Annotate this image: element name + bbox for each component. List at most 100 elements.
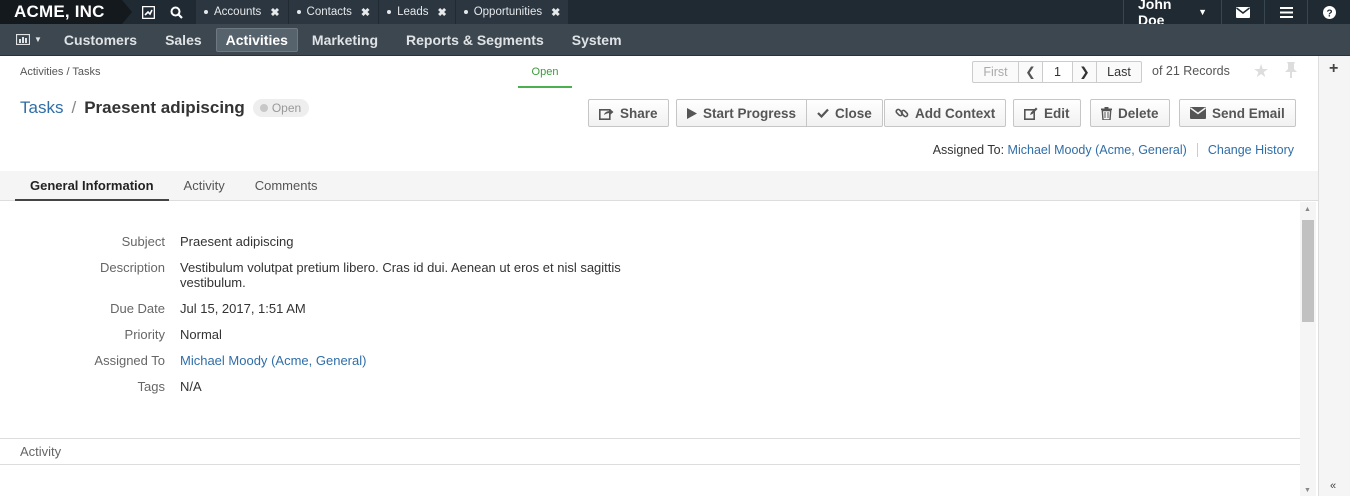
top-bar: ACME, INC Accounts ✖ Contacts ✖ Leads ✖ Opp…: [0, 0, 1350, 28]
field-label: Assigned To: [94, 353, 165, 368]
scrollbar-thumb[interactable]: [1302, 220, 1314, 322]
add-context-button[interactable]: Add Context: [884, 99, 1007, 127]
field-due-date: Due Date Jul 15, 2017, 1:51 AM: [0, 301, 700, 316]
edit-label: Edit: [1044, 105, 1070, 121]
caret-down-icon: ▼: [34, 35, 42, 44]
caret-down-icon: ▼: [1198, 7, 1207, 17]
tab-dot-icon: [463, 10, 468, 14]
help-icon[interactable]: ?: [1307, 0, 1350, 24]
user-menu[interactable]: John Doe ▼: [1123, 0, 1221, 28]
pinned-tab-opportunities[interactable]: Opportunities ✖: [455, 0, 570, 24]
close-icon[interactable]: ✖: [437, 6, 446, 19]
tab-comments[interactable]: Comments: [240, 171, 333, 201]
divider: [1196, 143, 1198, 157]
close-icon[interactable]: ✖: [551, 6, 560, 19]
edit-button[interactable]: Edit: [1013, 99, 1081, 127]
field-value: Michael Moody (Acme, General): [180, 353, 640, 368]
delete-action: Delete: [1090, 99, 1170, 127]
assigned-bu-link[interactable]: General: [316, 353, 362, 368]
send-email-action: Send Email: [1179, 99, 1296, 127]
change-history-link[interactable]: Change History: [1208, 143, 1294, 157]
chevron-left-icon[interactable]: ❮: [1019, 62, 1043, 82]
dashboard-shortcut-icon[interactable]: [134, 0, 162, 24]
chevron-right-icon[interactable]: ❯: [1073, 62, 1097, 82]
menu-reports-segments[interactable]: Reports & Segments: [392, 28, 558, 52]
plus-icon[interactable]: +: [1329, 60, 1338, 78]
pinned-tab-contacts[interactable]: Contacts ✖: [288, 0, 380, 24]
close-icon[interactable]: ✖: [361, 6, 370, 19]
page-content: Activities / Tasks Open First ❮ 1 ❯ Last…: [0, 56, 1318, 496]
pin-icon[interactable]: [1284, 62, 1298, 82]
close-task-button[interactable]: Close: [807, 99, 883, 127]
tab-dot-icon: [296, 10, 301, 14]
field-tags: Tags N/A: [0, 379, 700, 394]
module-link[interactable]: Tasks: [20, 98, 63, 118]
double-chevron-left-icon[interactable]: «: [1330, 480, 1336, 492]
close-icon[interactable]: ✖: [270, 6, 279, 19]
trash-icon: [1101, 106, 1112, 120]
menu-customers[interactable]: Customers: [50, 28, 151, 52]
pinned-tab-accounts[interactable]: Accounts ✖: [196, 0, 289, 24]
start-progress-button[interactable]: Start Progress: [676, 99, 808, 127]
search-icon[interactable]: [162, 0, 190, 24]
tab-activity[interactable]: Activity: [169, 171, 240, 201]
svg-text:?: ?: [1326, 8, 1332, 19]
email-icon[interactable]: [1221, 0, 1264, 24]
field-label: Subject: [121, 234, 165, 249]
pager-last-button[interactable]: Last: [1097, 62, 1141, 82]
menu-icon[interactable]: [1264, 0, 1307, 24]
detail-tabs: General Information Activity Comments: [0, 171, 1318, 201]
dashboards-menu[interactable]: ▼: [8, 34, 50, 45]
record-title: Praesent adipiscing: [84, 98, 245, 117]
tab-label: Contacts: [306, 6, 352, 18]
menu-marketing[interactable]: Marketing: [298, 28, 392, 52]
workflow-step-open[interactable]: Open: [518, 63, 572, 88]
field-label: Tags: [137, 379, 165, 394]
workflow-button-group: Start Progress Close: [676, 99, 883, 127]
delete-button[interactable]: Delete: [1090, 99, 1170, 127]
tab-label: Opportunities: [473, 6, 543, 18]
assigned-bu-link[interactable]: General: [1138, 143, 1182, 157]
general-information-fields: Subject Praesent adipiscing Description …: [0, 234, 700, 405]
scroll-up-icon[interactable]: ▲: [1304, 206, 1311, 213]
edit-action: Edit: [1013, 99, 1081, 127]
field-assigned-to: Assigned To Michael Moody (Acme, General…: [0, 353, 700, 368]
main-menu: ▼ Customers Sales Activities Marketing R…: [0, 24, 1350, 56]
field-description: Description Vestibulum volutpat pretium …: [0, 260, 700, 290]
add-context-action: Add Context: [884, 99, 1007, 127]
star-icon[interactable]: ★: [1253, 61, 1269, 82]
record-pager: First ❮ 1 ❯ Last: [972, 61, 1142, 83]
tab-general-information[interactable]: General Information: [15, 171, 169, 201]
send-email-label: Send Email: [1212, 105, 1285, 121]
assigned-org-link[interactable]: Acme: [275, 353, 308, 368]
records-count: of 21 Records: [1152, 64, 1230, 78]
activity-section-header: Activity: [0, 438, 1300, 465]
bar-chart-icon: [16, 34, 30, 45]
scroll-down-icon[interactable]: ▼: [1304, 487, 1311, 494]
pager-first-button[interactable]: First: [973, 62, 1019, 82]
pinned-tab-leads[interactable]: Leads ✖: [379, 0, 456, 24]
tab-label: Leads: [397, 6, 429, 18]
brand-logo[interactable]: ACME, INC: [0, 0, 132, 24]
assigned-user-link[interactable]: Michael Moody: [1008, 143, 1092, 157]
content-scrollbar[interactable]: ▲ ▼: [1300, 202, 1316, 496]
share-button[interactable]: Share: [588, 99, 669, 127]
paren-close: ): [1182, 143, 1187, 157]
paren-close: ): [362, 353, 367, 368]
assigned-user-link[interactable]: Michael Moody: [180, 353, 267, 368]
check-icon: [817, 108, 829, 118]
tab-dot-icon: [204, 10, 208, 14]
menu-system[interactable]: System: [558, 28, 636, 52]
add-context-label: Add Context: [915, 105, 996, 121]
comma-separator: ,: [1131, 143, 1139, 157]
field-value: Vestibulum volutpat pretium libero. Cras…: [180, 260, 621, 290]
status-dot-icon: [259, 104, 268, 112]
close-label: Close: [835, 105, 872, 121]
sidebar-right: + «: [1318, 56, 1350, 496]
menu-activities[interactable]: Activities: [215, 27, 298, 52]
assigned-org-link[interactable]: Acme: [1099, 143, 1131, 157]
menu-sales[interactable]: Sales: [151, 28, 216, 52]
send-email-button[interactable]: Send Email: [1179, 99, 1296, 127]
field-priority: Priority Normal: [0, 327, 700, 342]
field-value: Jul 15, 2017, 1:51 AM: [180, 301, 306, 316]
